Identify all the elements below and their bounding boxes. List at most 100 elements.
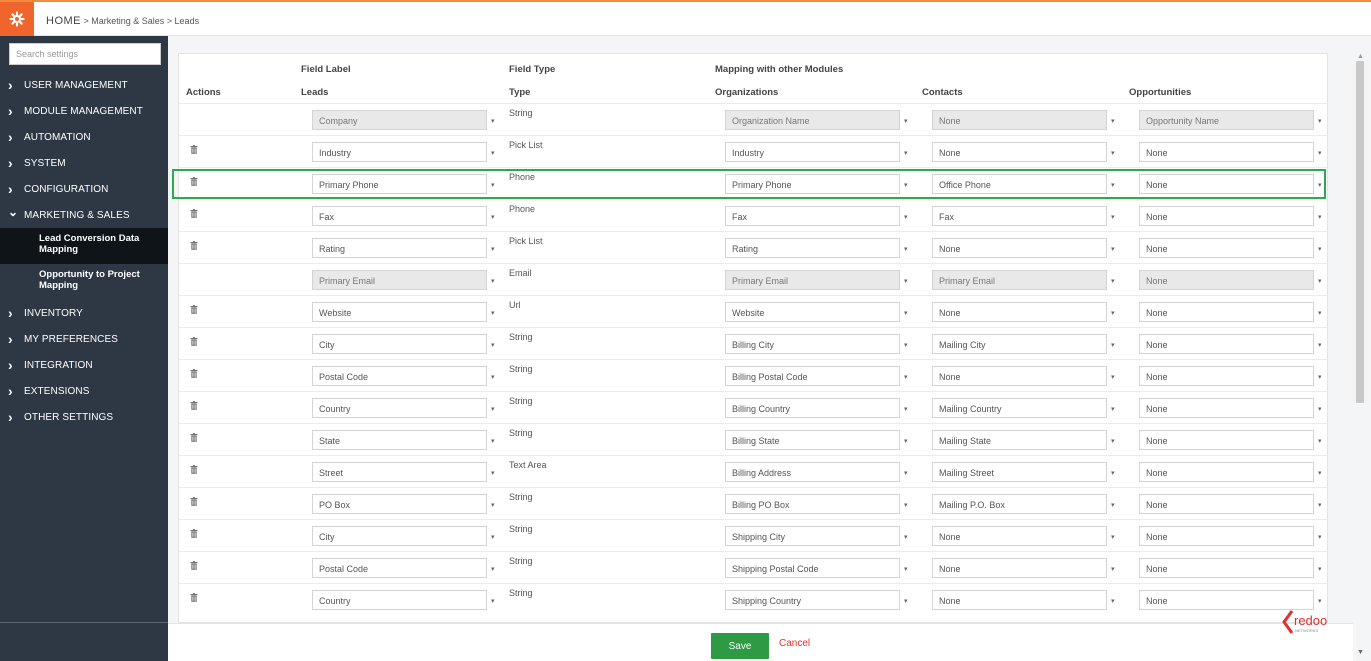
dropdown-caret-icon[interactable]: ▾ <box>491 405 495 413</box>
select-contacts[interactable]: None <box>932 558 1107 578</box>
select-leads[interactable]: Rating <box>312 238 487 258</box>
dropdown-caret-icon[interactable]: ▾ <box>1318 341 1322 349</box>
select-leads[interactable]: Postal Code <box>312 558 487 578</box>
dropdown-caret-icon[interactable]: ▾ <box>1318 149 1322 157</box>
trash-icon[interactable] <box>190 593 198 602</box>
select-contacts[interactable]: Mailing City <box>932 334 1107 354</box>
sidebar-item[interactable]: › SYSTEM <box>0 150 168 176</box>
select-opp[interactable]: None <box>1139 590 1314 610</box>
select-leads[interactable]: State <box>312 430 487 450</box>
select-org[interactable]: Primary Email <box>725 270 900 290</box>
dropdown-caret-icon[interactable]: ▾ <box>904 533 908 541</box>
dropdown-caret-icon[interactable]: ▾ <box>491 117 495 125</box>
dropdown-caret-icon[interactable]: ▾ <box>1111 373 1115 381</box>
dropdown-caret-icon[interactable]: ▾ <box>491 149 495 157</box>
dropdown-caret-icon[interactable]: ▾ <box>1111 213 1115 221</box>
dropdown-caret-icon[interactable]: ▾ <box>491 437 495 445</box>
sidebar-item[interactable]: › INTEGRATION <box>0 352 168 378</box>
dropdown-caret-icon[interactable]: ▾ <box>1111 245 1115 253</box>
trash-icon[interactable] <box>190 561 198 570</box>
sidebar-item[interactable]: › AUTOMATION <box>0 124 168 150</box>
dropdown-caret-icon[interactable]: ▾ <box>904 501 908 509</box>
select-opp[interactable]: None <box>1139 398 1314 418</box>
select-opp[interactable]: None <box>1139 558 1314 578</box>
select-opp[interactable]: None <box>1139 334 1314 354</box>
trash-icon[interactable] <box>190 145 198 154</box>
dropdown-caret-icon[interactable]: ▾ <box>904 565 908 573</box>
scroll-thumb[interactable] <box>1356 61 1364 403</box>
select-leads[interactable]: Website <box>312 302 487 322</box>
sidebar-item[interactable]: › CONFIGURATION <box>0 176 168 202</box>
breadcrumb-path[interactable]: > Marketing & Sales > Leads <box>81 16 200 26</box>
select-contacts[interactable]: None <box>932 302 1107 322</box>
select-org[interactable]: Shipping Country <box>725 590 900 610</box>
dropdown-caret-icon[interactable]: ▾ <box>491 245 495 253</box>
settings-gear-icon[interactable] <box>0 2 34 36</box>
dropdown-caret-icon[interactable]: ▾ <box>1318 597 1322 605</box>
select-opp[interactable]: None <box>1139 206 1314 226</box>
select-contacts[interactable]: Primary Email <box>932 270 1107 290</box>
dropdown-caret-icon[interactable]: ▾ <box>491 309 495 317</box>
select-leads[interactable]: Primary Email <box>312 270 487 290</box>
trash-icon[interactable] <box>190 369 198 378</box>
dropdown-caret-icon[interactable]: ▾ <box>904 373 908 381</box>
select-org[interactable]: Billing City <box>725 334 900 354</box>
dropdown-caret-icon[interactable]: ▾ <box>904 341 908 349</box>
trash-icon[interactable] <box>190 433 198 442</box>
dropdown-caret-icon[interactable]: ▾ <box>904 213 908 221</box>
sidebar-item[interactable]: › OTHER SETTINGS <box>0 404 168 430</box>
dropdown-caret-icon[interactable]: ▾ <box>1111 501 1115 509</box>
select-leads[interactable]: Company <box>312 110 487 130</box>
select-contacts[interactable]: None <box>932 366 1107 386</box>
select-org[interactable]: Billing PO Box <box>725 494 900 514</box>
select-org[interactable]: Shipping City <box>725 526 900 546</box>
dropdown-caret-icon[interactable]: ▾ <box>1111 341 1115 349</box>
dropdown-caret-icon[interactable]: ▾ <box>1318 565 1322 573</box>
trash-icon[interactable] <box>190 529 198 538</box>
select-contacts[interactable]: None <box>932 142 1107 162</box>
cancel-link[interactable]: Cancel <box>779 638 810 649</box>
dropdown-caret-icon[interactable]: ▾ <box>1318 437 1322 445</box>
select-opp[interactable]: None <box>1139 142 1314 162</box>
select-leads[interactable]: Industry <box>312 142 487 162</box>
dropdown-caret-icon[interactable]: ▾ <box>1111 277 1115 285</box>
dropdown-caret-icon[interactable]: ▾ <box>1111 309 1115 317</box>
trash-icon[interactable] <box>190 305 198 314</box>
select-contacts[interactable]: None <box>932 590 1107 610</box>
select-leads[interactable]: PO Box <box>312 494 487 514</box>
select-opp[interactable]: None <box>1139 366 1314 386</box>
select-org[interactable]: Industry <box>725 142 900 162</box>
search-settings-input[interactable]: Search settings <box>9 43 161 65</box>
dropdown-caret-icon[interactable]: ▾ <box>1111 565 1115 573</box>
sidebar-subitem[interactable]: Opportunity to Project Mapping <box>0 264 168 300</box>
select-leads[interactable]: Postal Code <box>312 366 487 386</box>
dropdown-caret-icon[interactable]: ▾ <box>1318 501 1322 509</box>
trash-icon[interactable] <box>190 401 198 410</box>
dropdown-caret-icon[interactable]: ▾ <box>904 597 908 605</box>
select-org[interactable]: Website <box>725 302 900 322</box>
dropdown-caret-icon[interactable]: ▾ <box>1111 469 1115 477</box>
dropdown-caret-icon[interactable]: ▾ <box>491 469 495 477</box>
select-opp[interactable]: None <box>1139 238 1314 258</box>
trash-icon[interactable] <box>190 337 198 346</box>
select-leads[interactable]: City <box>312 334 487 354</box>
breadcrumb-home[interactable]: HOME <box>46 15 81 27</box>
scrollbar[interactable]: ▲ ▼ <box>1353 53 1367 661</box>
scroll-up-arrow-icon[interactable]: ▲ <box>1357 53 1364 60</box>
dropdown-caret-icon[interactable]: ▾ <box>491 277 495 285</box>
select-contacts[interactable]: None <box>932 110 1107 130</box>
dropdown-caret-icon[interactable]: ▾ <box>1318 533 1322 541</box>
dropdown-caret-icon[interactable]: ▾ <box>491 597 495 605</box>
dropdown-caret-icon[interactable]: ▾ <box>1111 149 1115 157</box>
trash-icon[interactable] <box>190 497 198 506</box>
select-leads[interactable]: Fax <box>312 206 487 226</box>
dropdown-caret-icon[interactable]: ▾ <box>904 469 908 477</box>
dropdown-caret-icon[interactable]: ▾ <box>904 117 908 125</box>
select-org[interactable]: Billing Postal Code <box>725 366 900 386</box>
dropdown-caret-icon[interactable]: ▾ <box>904 277 908 285</box>
dropdown-caret-icon[interactable]: ▾ <box>904 437 908 445</box>
save-button[interactable]: Save <box>711 633 769 659</box>
dropdown-caret-icon[interactable]: ▾ <box>1318 117 1322 125</box>
dropdown-caret-icon[interactable]: ▾ <box>1111 437 1115 445</box>
sidebar-subitem-active[interactable]: Lead Conversion Data Mapping <box>0 228 168 264</box>
